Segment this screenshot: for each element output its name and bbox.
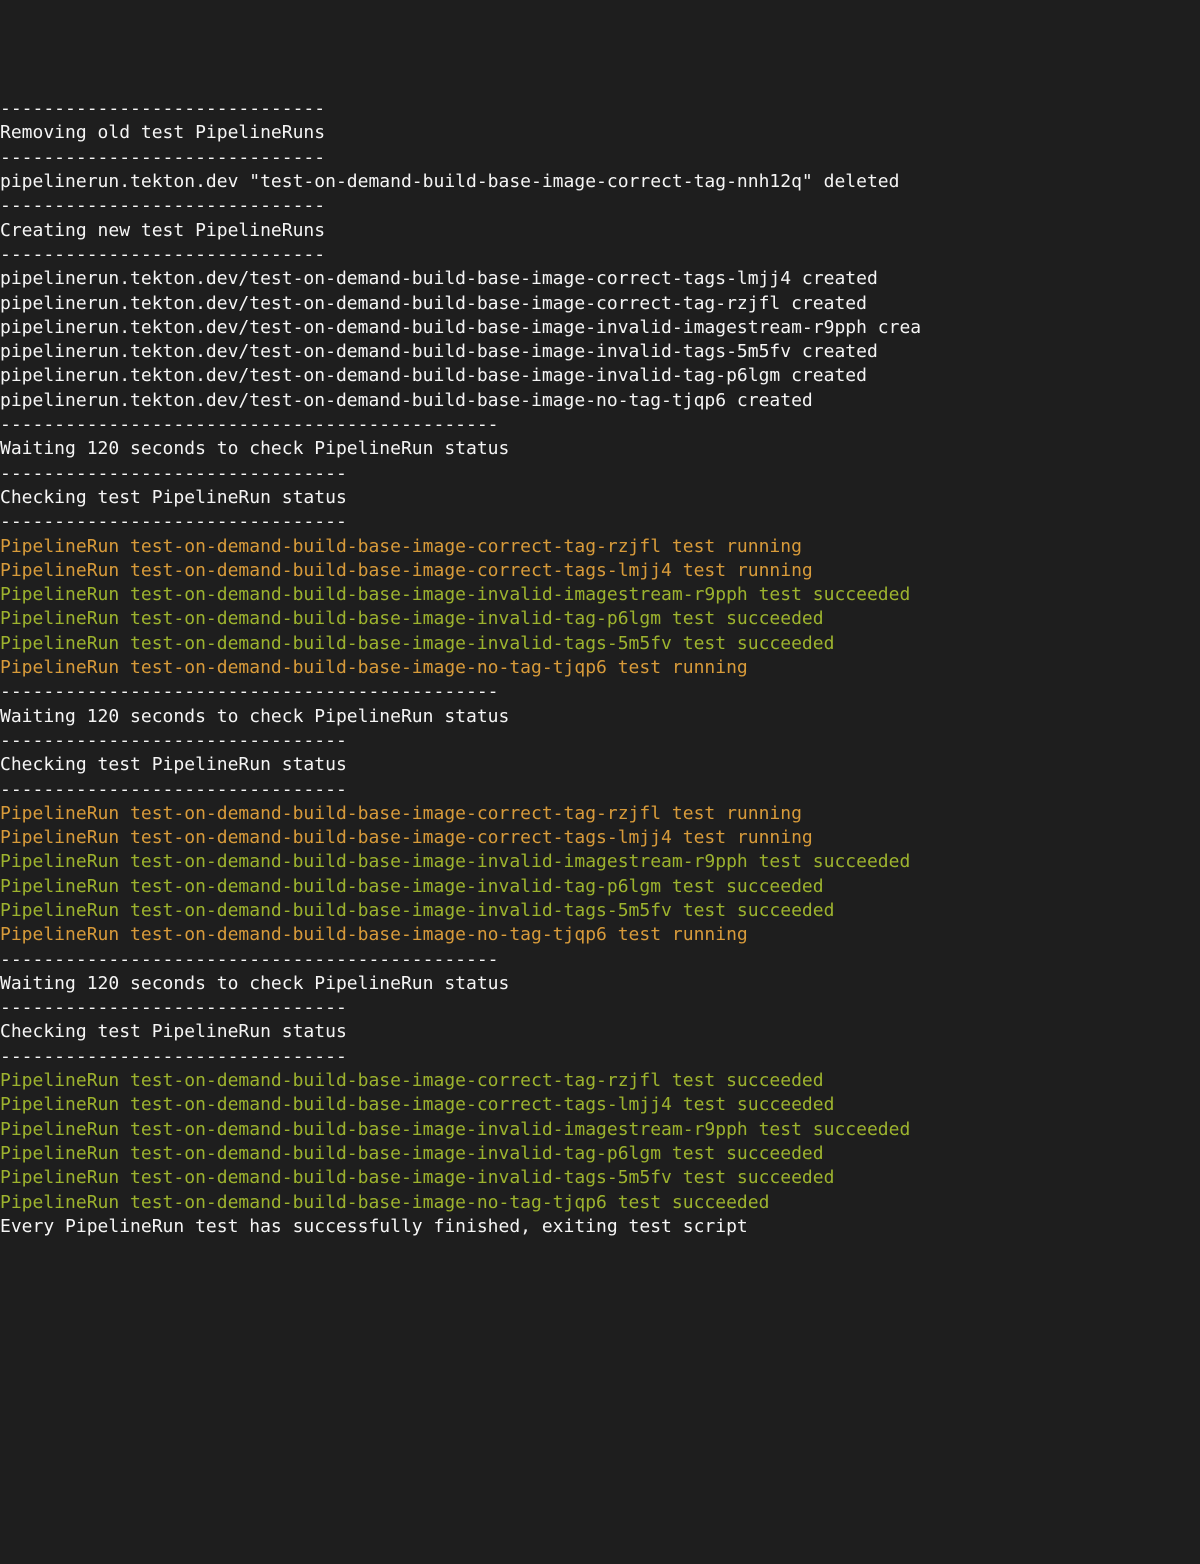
log-line: PipelineRun test-on-demand-build-base-im… xyxy=(0,1093,1200,1117)
log-line: PipelineRun test-on-demand-build-base-im… xyxy=(0,1191,1200,1215)
log-line: ------------------------------ xyxy=(0,194,1200,218)
log-line: Checking test PipelineRun status xyxy=(0,1020,1200,1044)
log-line: pipelinerun.tekton.dev/test-on-demand-bu… xyxy=(0,316,1200,340)
log-line: Checking test PipelineRun status xyxy=(0,486,1200,510)
log-line: PipelineRun test-on-demand-build-base-im… xyxy=(0,535,1200,559)
log-line: ------------------------------ xyxy=(0,146,1200,170)
log-line: Waiting 120 seconds to check PipelineRun… xyxy=(0,972,1200,996)
log-line: PipelineRun test-on-demand-build-base-im… xyxy=(0,875,1200,899)
log-line: PipelineRun test-on-demand-build-base-im… xyxy=(0,850,1200,874)
log-line: -------------------------------- xyxy=(0,462,1200,486)
log-line: -------------------------------- xyxy=(0,996,1200,1020)
log-line: PipelineRun test-on-demand-build-base-im… xyxy=(0,899,1200,923)
log-line: Every PipelineRun test has successfully … xyxy=(0,1215,1200,1239)
log-line: pipelinerun.tekton.dev/test-on-demand-bu… xyxy=(0,340,1200,364)
log-line: -------------------------------- xyxy=(0,510,1200,534)
log-line: -------------------------------- xyxy=(0,1045,1200,1069)
log-line: PipelineRun test-on-demand-build-base-im… xyxy=(0,559,1200,583)
log-line: PipelineRun test-on-demand-build-base-im… xyxy=(0,1166,1200,1190)
log-line: PipelineRun test-on-demand-build-base-im… xyxy=(0,1142,1200,1166)
log-line: pipelinerun.tekton.dev/test-on-demand-bu… xyxy=(0,292,1200,316)
terminal-output: ------------------------------Removing o… xyxy=(0,97,1200,1239)
log-line: -------------------------------- xyxy=(0,729,1200,753)
log-line: ----------------------------------------… xyxy=(0,948,1200,972)
log-line: PipelineRun test-on-demand-build-base-im… xyxy=(0,656,1200,680)
log-line: Waiting 120 seconds to check PipelineRun… xyxy=(0,705,1200,729)
log-line: PipelineRun test-on-demand-build-base-im… xyxy=(0,607,1200,631)
log-line: -------------------------------- xyxy=(0,778,1200,802)
log-line: ----------------------------------------… xyxy=(0,680,1200,704)
log-line: pipelinerun.tekton.dev/test-on-demand-bu… xyxy=(0,364,1200,388)
log-line: Removing old test PipelineRuns xyxy=(0,121,1200,145)
log-line: PipelineRun test-on-demand-build-base-im… xyxy=(0,923,1200,947)
log-line: Creating new test PipelineRuns xyxy=(0,219,1200,243)
log-line: pipelinerun.tekton.dev/test-on-demand-bu… xyxy=(0,389,1200,413)
log-line: pipelinerun.tekton.dev "test-on-demand-b… xyxy=(0,170,1200,194)
log-line: ------------------------------ xyxy=(0,243,1200,267)
log-line: PipelineRun test-on-demand-build-base-im… xyxy=(0,826,1200,850)
log-line: PipelineRun test-on-demand-build-base-im… xyxy=(0,802,1200,826)
log-line: PipelineRun test-on-demand-build-base-im… xyxy=(0,583,1200,607)
log-line: PipelineRun test-on-demand-build-base-im… xyxy=(0,1069,1200,1093)
log-line: Checking test PipelineRun status xyxy=(0,753,1200,777)
log-line: Waiting 120 seconds to check PipelineRun… xyxy=(0,437,1200,461)
log-line: PipelineRun test-on-demand-build-base-im… xyxy=(0,632,1200,656)
log-line: ----------------------------------------… xyxy=(0,413,1200,437)
log-line: PipelineRun test-on-demand-build-base-im… xyxy=(0,1118,1200,1142)
log-line: pipelinerun.tekton.dev/test-on-demand-bu… xyxy=(0,267,1200,291)
log-line: ------------------------------ xyxy=(0,97,1200,121)
